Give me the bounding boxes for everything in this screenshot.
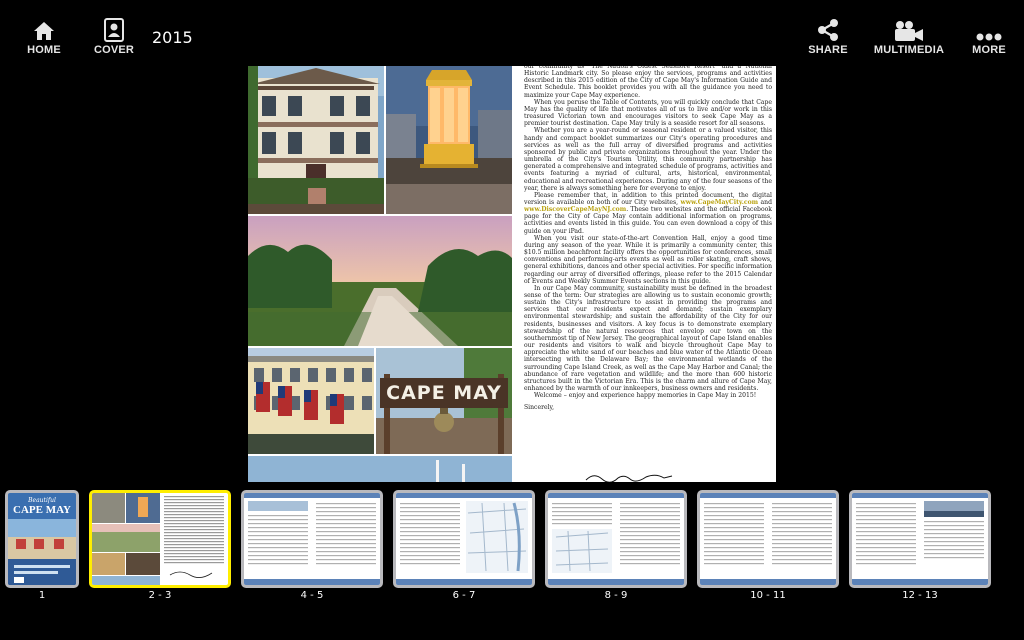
cover-thumb-image xyxy=(8,519,76,585)
beach-path-photo xyxy=(248,216,512,346)
magazine-page-spread[interactable]: CAPE MAY our community as "The Nation's … xyxy=(248,66,776,482)
handwritten-signature xyxy=(585,474,673,482)
thumbnail-pages-8-9[interactable] xyxy=(545,490,687,588)
letter-paragraph: Whether you are a year-round or seasonal… xyxy=(524,127,772,192)
cape-may-sign-text: CAPE MAY xyxy=(386,382,502,404)
thumbnail-page-1[interactable]: Beautiful CAPE MAY xyxy=(5,490,79,588)
letter-paragraph-websites: Please remember that, in addition to thi… xyxy=(524,192,772,235)
capemaycity-link[interactable]: www.CapeMayCity.com xyxy=(681,199,759,206)
thumbnail-label-10-11: 10 - 11 xyxy=(750,590,786,601)
web-text-mid: and xyxy=(758,198,772,206)
thumbnail-label-12-13: 12 - 13 xyxy=(902,590,938,601)
lighthouse-lamp-photo xyxy=(386,66,512,214)
discovercapemay-link[interactable]: www.DiscoverCapeMayNJ.com xyxy=(524,206,626,213)
thumbnail-pages-12-13[interactable] xyxy=(849,490,991,588)
harbor-photo xyxy=(248,456,512,482)
thumbnail-label-2-3: 2 - 3 xyxy=(148,590,172,601)
share-label: SHARE xyxy=(808,44,848,56)
letter-paragraph: our community as "The Nation's Oldest Se… xyxy=(524,66,772,99)
more-label: MORE xyxy=(972,44,1006,56)
cover-script-title: Beautiful xyxy=(28,497,56,504)
home-label: HOME xyxy=(27,44,61,56)
thumbnail-label-6-7: 6 - 7 xyxy=(452,590,476,601)
thumbnail-preview xyxy=(244,493,380,585)
thumbnail-pages-6-7[interactable] xyxy=(393,490,535,588)
cover-title: CAPE MAY xyxy=(13,504,71,516)
letter-paragraph: Welcome – enjoy and experience happy mem… xyxy=(534,392,757,400)
cover-label: COVER xyxy=(93,44,135,56)
issue-year: 2015 xyxy=(152,28,193,47)
multimedia-button[interactable]: MULTIMEDIA xyxy=(872,14,946,60)
thumbnail-pages-2-3[interactable] xyxy=(89,490,231,588)
hotel-flags-photo xyxy=(248,348,374,454)
thumbnail-preview xyxy=(396,493,532,585)
home-button[interactable]: HOME xyxy=(24,14,64,60)
cover-icon xyxy=(104,14,124,42)
top-toolbar: HOME COVER 2015 SHARE MULTIMEDIA MORE xyxy=(0,0,1024,66)
share-icon xyxy=(816,14,840,42)
thumbnail-preview xyxy=(548,493,684,585)
thumbnail-label-8-9: 8 - 9 xyxy=(604,590,628,601)
photo-collage: CAPE MAY xyxy=(248,66,512,482)
home-icon xyxy=(33,14,55,42)
thumbnail-label-1: 1 xyxy=(38,590,46,601)
letter-closing: Sincerely, xyxy=(524,404,555,412)
thumbnail-pages-4-5[interactable] xyxy=(241,490,383,588)
thumbnail-label-4-5: 4 - 5 xyxy=(300,590,324,601)
bottom-bar xyxy=(0,606,1024,640)
letter-paragraph: In our Cape May community, sustainabilit… xyxy=(524,284,772,393)
welcome-letter-text: our community as "The Nation's Oldest Se… xyxy=(524,66,772,482)
thumbnail-preview xyxy=(92,493,224,585)
more-button[interactable]: MORE xyxy=(968,14,1010,60)
thumbnail-pages-10-11[interactable] xyxy=(697,490,839,588)
thumbnail-preview xyxy=(700,493,836,585)
letter-paragraph: When you visit our state-of-the-art Conv… xyxy=(524,234,772,285)
cover-button[interactable]: COVER xyxy=(94,14,134,60)
cape-may-sign-photo: CAPE MAY xyxy=(376,348,512,454)
more-icon xyxy=(976,14,1002,42)
video-camera-icon xyxy=(893,14,925,42)
multimedia-label: MULTIMEDIA xyxy=(873,44,945,56)
thumbnail-preview xyxy=(852,493,988,585)
letter-paragraph: When you peruse the Table of Contents, y… xyxy=(524,98,772,128)
page-thumbnail-strip: Beautiful CAPE MAY 1 2 - 3 4 - 5 6 - 7 8… xyxy=(0,482,1024,606)
share-button[interactable]: SHARE xyxy=(808,14,848,60)
victorian-house-photo xyxy=(248,66,384,214)
